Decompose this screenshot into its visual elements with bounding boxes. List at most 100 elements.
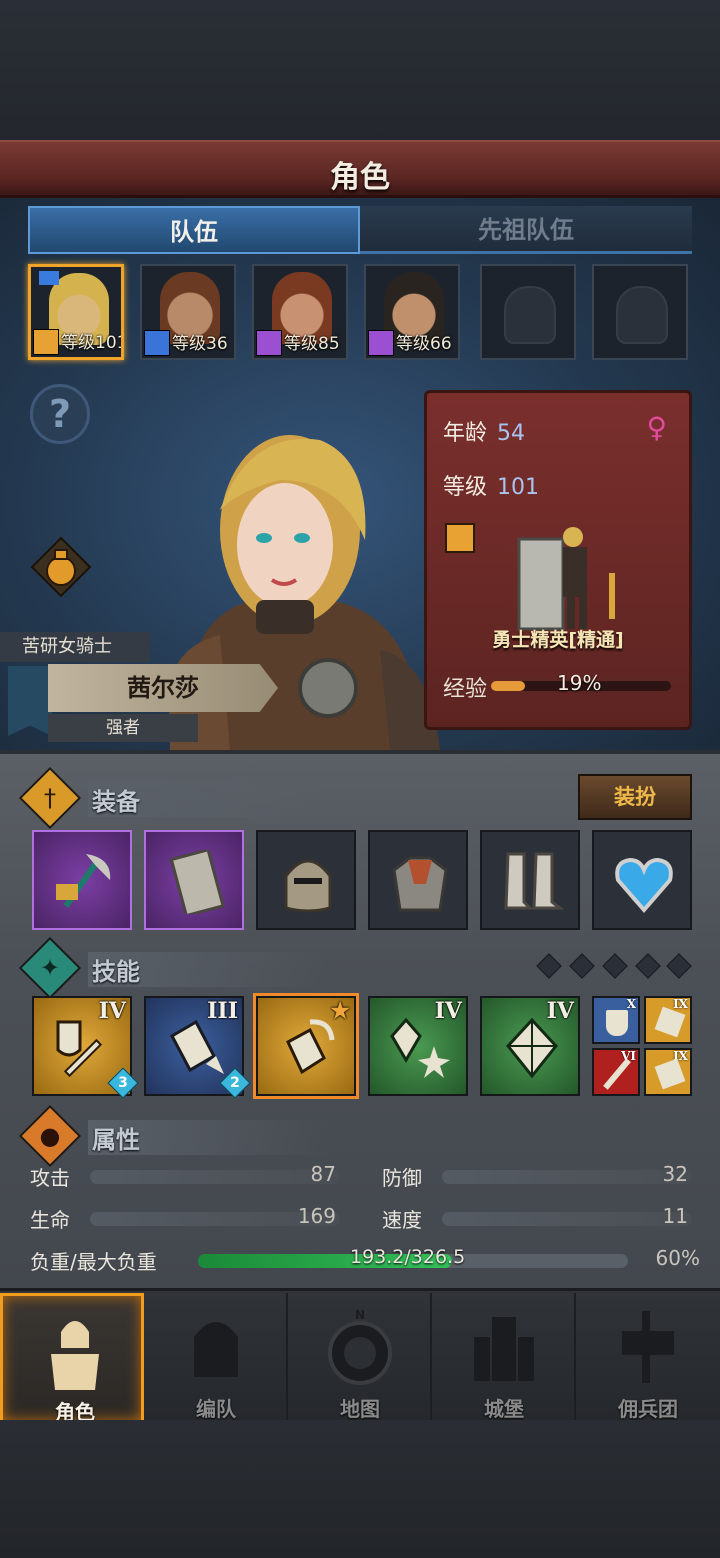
nav-label: 佣兵团: [618, 1397, 678, 1421]
character-name[interactable]: 茜尔莎: [48, 664, 278, 712]
page-title: 角色: [330, 160, 390, 195]
formation-helmet-icon: [194, 1322, 238, 1377]
level-row: 等级 101: [443, 469, 539, 501]
equip-slot-legs[interactable]: [480, 830, 580, 930]
skill-slot[interactable]: IV 3: [32, 996, 139, 1099]
skill-rank: IV: [434, 998, 462, 1024]
attack-label: 攻击: [30, 1166, 70, 1190]
nav-formation[interactable]: 编队: [144, 1293, 288, 1423]
shield-break-skill-icon: [654, 1058, 686, 1090]
skill-point-dot: [602, 953, 628, 979]
sword-skill-icon: [603, 1058, 631, 1090]
skill-point-dot: [569, 953, 595, 979]
shield-strike-skill-icon: [654, 1006, 686, 1038]
load-value: 193.2/326.5: [350, 1246, 466, 1268]
skill-rank: IV: [98, 998, 126, 1024]
heart-amulet-icon: [615, 857, 673, 914]
skill-slot[interactable]: III 2: [144, 996, 251, 1099]
roster-slot-empty[interactable]: [592, 264, 688, 360]
tower-shield-icon: [169, 850, 225, 914]
load-label: 负重/最大负重: [30, 1250, 157, 1274]
age-label: 年龄: [443, 421, 488, 446]
class-rank-icon: [445, 523, 475, 553]
attributes-label: 属性: [88, 1120, 328, 1155]
empty-helmet-icon: [504, 286, 556, 344]
skill-rank: IV: [546, 998, 574, 1024]
mini-skill-slot[interactable]: IX: [644, 1048, 692, 1096]
age-row: 年龄 54: [443, 415, 525, 447]
tab-team[interactable]: 队伍: [28, 206, 360, 254]
equip-slot-body[interactable]: [368, 830, 468, 930]
skill-slot[interactable]: IV: [368, 996, 468, 1096]
header-bar: 角色: [0, 140, 720, 198]
mini-skill-slot[interactable]: X: [592, 996, 640, 1044]
speed-row: 速度 11: [382, 1204, 692, 1234]
nav-character[interactable]: 角色: [0, 1293, 144, 1424]
exp-label: 经验: [443, 677, 488, 702]
crystal-burst-skill-icon: [390, 1017, 450, 1078]
skills-label: 技能: [88, 952, 328, 987]
character-trait: 强者: [48, 714, 198, 742]
bottom-nav: 角色 编队 N 地图 城堡 佣兵团: [0, 1288, 720, 1424]
load-row: 负重/最大负重 193.2/326.5 60%: [30, 1246, 700, 1276]
top-background: [0, 0, 720, 140]
load-percent: 60%: [655, 1246, 700, 1270]
hp-value: 169: [297, 1204, 336, 1228]
roster-slot[interactable]: 等级85: [252, 264, 348, 360]
roster-slot[interactable]: 等级66: [364, 264, 460, 360]
speed-label: 速度: [382, 1208, 422, 1232]
skill-point-dots: [536, 953, 692, 979]
speed-value: 11: [662, 1204, 688, 1228]
compass-map-icon: N: [328, 1308, 392, 1385]
shield-plus-skill-icon: [606, 1010, 628, 1036]
leader-flag-icon: [39, 271, 59, 285]
nav-castle[interactable]: 城堡: [432, 1293, 576, 1423]
knight-figure-icon: [517, 527, 615, 631]
equip-slot-offhand[interactable]: [144, 830, 244, 930]
skill-point-dot: [666, 953, 692, 979]
hp-row: 生命 169: [30, 1204, 340, 1234]
skill-slots: IV 3 III 2 ★ IV IV X IX VI IX: [32, 996, 692, 1099]
mini-skill-slot[interactable]: IX: [644, 996, 692, 1044]
equipment-slots: [32, 830, 692, 930]
equip-slot-accessory[interactable]: [592, 830, 692, 930]
exp-percent: 19%: [557, 671, 602, 695]
hp-label: 生命: [30, 1208, 70, 1232]
tab-ancestor-team[interactable]: 先祖队伍: [360, 206, 692, 254]
nav-mercenaries[interactable]: 佣兵团: [576, 1293, 720, 1423]
knight-icon: [51, 1321, 99, 1390]
roster-slot-empty[interactable]: [480, 264, 576, 360]
nav-map[interactable]: N 地图: [288, 1293, 432, 1423]
equip-slot-weapon[interactable]: [32, 830, 132, 930]
nav-label: 城堡: [484, 1397, 524, 1421]
help-button[interactable]: ?: [30, 384, 90, 444]
equip-slot-head[interactable]: [256, 830, 356, 930]
defense-value: 32: [662, 1162, 688, 1186]
dress-up-button[interactable]: 装扮: [578, 774, 692, 820]
character-info-card: 年龄 54 ♀ 等级 101 勇士精英[精通] 经验 19%: [424, 390, 692, 730]
skill-slot[interactable]: ★: [256, 996, 356, 1096]
armor-icon: [392, 856, 448, 912]
roster-level: 等级85: [284, 334, 340, 354]
roster: 等级101 等级36 等级85 等级66: [28, 264, 692, 360]
roster-slot[interactable]: 等级36: [140, 264, 236, 360]
roster-level: 等级101: [61, 333, 124, 353]
warhammer-icon: [56, 854, 111, 908]
mini-skill-rank: IX: [673, 997, 688, 1011]
skill-count: 2: [230, 1075, 240, 1091]
character-title: 苦研女骑士: [0, 632, 150, 662]
roster-level: 等级66: [396, 334, 452, 354]
character-name-plate: 苦研女骑士 茜尔莎 强者: [0, 630, 290, 742]
equipment-label: 装备: [88, 782, 328, 817]
skill-slot[interactable]: IV: [480, 996, 580, 1096]
roster-slot[interactable]: 等级101: [28, 264, 124, 360]
skill-count: 3: [118, 1075, 128, 1091]
defense-row: 防御 32: [382, 1162, 692, 1192]
mini-skill-slot[interactable]: VI: [592, 1048, 640, 1096]
sun-banner-icon: [8, 666, 52, 736]
job-title: 勇士精英[精通]: [492, 629, 624, 651]
attack-value: 87: [310, 1162, 336, 1186]
nav-label: 编队: [196, 1397, 236, 1421]
potion-icon[interactable]: [30, 536, 92, 598]
level-label: 等级: [443, 475, 488, 500]
